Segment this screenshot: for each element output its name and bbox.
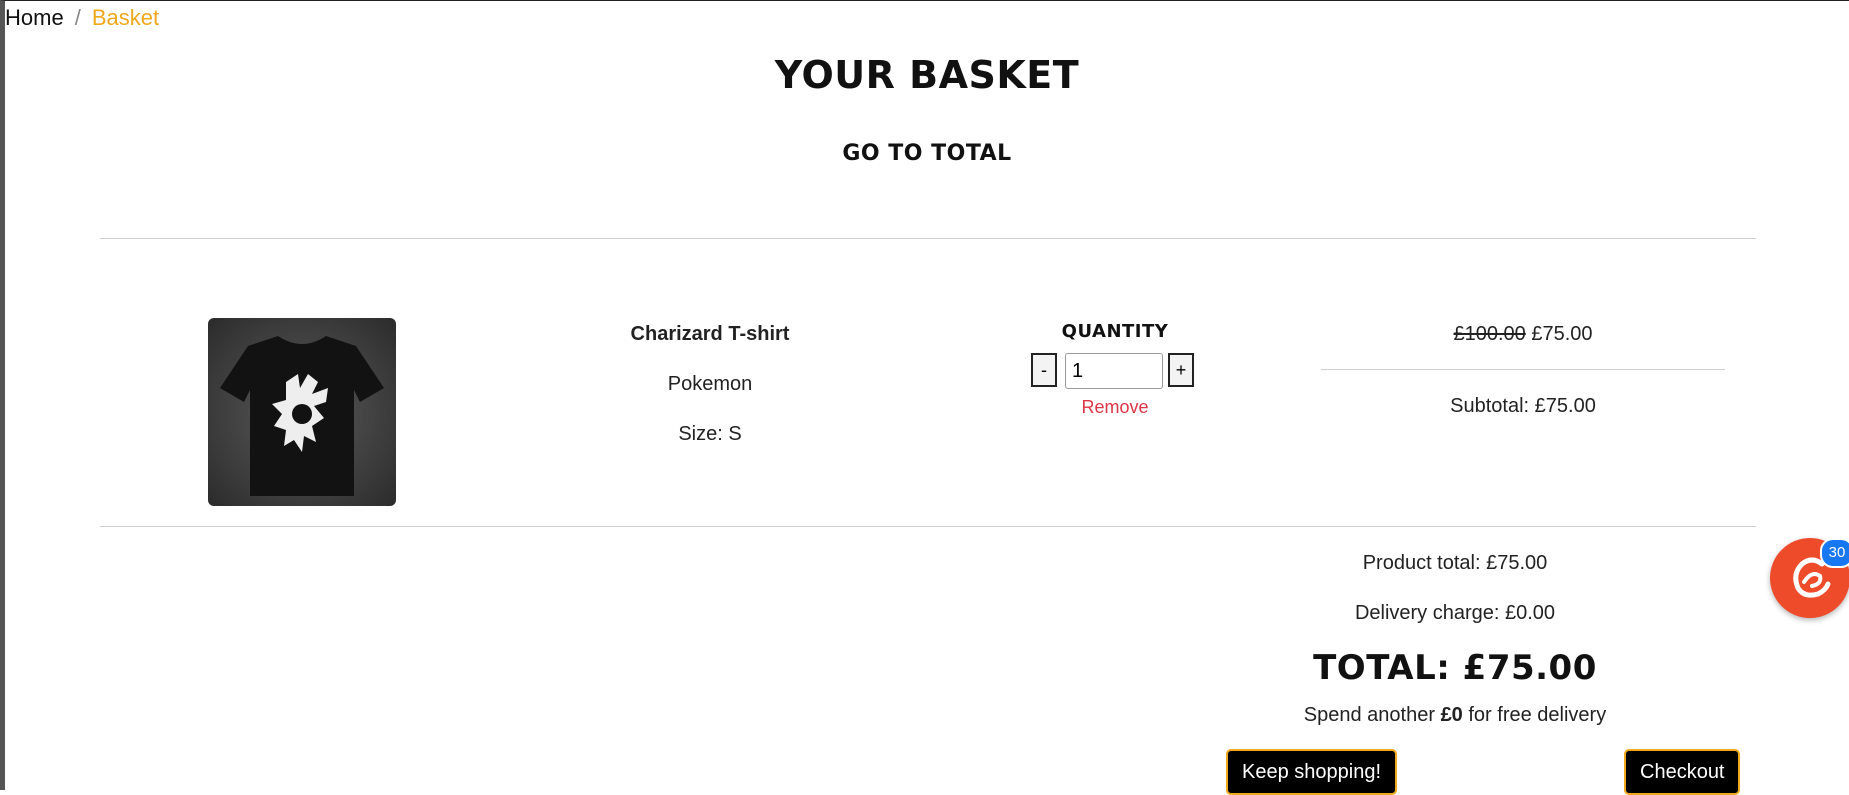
- product-total: Product total: £75.00: [1362, 552, 1548, 574]
- free-delivery-message: Spend another £0 for free delivery: [1217, 704, 1693, 727]
- price-divider: [1321, 369, 1725, 370]
- keep-shopping-button[interactable]: Keep shopping!: [1226, 749, 1397, 795]
- free-delivery-prefix: Spend another: [1303, 704, 1441, 726]
- item-subtotal: Subtotal: £75.00: [1450, 395, 1596, 417]
- page-title: Your Basket: [774, 53, 1080, 97]
- product-name: Charizard T-shirt: [630, 323, 790, 345]
- product-brand: Pokemon: [667, 373, 753, 395]
- sale-price: £75.00: [1531, 323, 1593, 345]
- delivery-charge: Delivery charge: £0.00: [1354, 602, 1556, 624]
- original-price: £100.00: [1453, 323, 1526, 345]
- product-size: Size: S: [678, 423, 742, 445]
- decrement-quantity-button[interactable]: -: [1031, 353, 1057, 387]
- divider-top: [100, 238, 1756, 239]
- breadcrumb-separator: /: [74, 5, 81, 30]
- tshirt-image-icon: [220, 336, 384, 496]
- breadcrumb: Home / Basket: [5, 5, 159, 31]
- free-delivery-amount: £0: [1440, 704, 1463, 726]
- quantity-input[interactable]: [1065, 353, 1163, 389]
- remove-item-link[interactable]: Remove: [1015, 397, 1215, 418]
- grand-total: Total: £75.00: [1313, 648, 1597, 688]
- divider-bottom: [100, 526, 1756, 527]
- item-price: £100.00 £75.00: [1321, 323, 1725, 346]
- breadcrumb-home-link[interactable]: Home: [5, 5, 64, 30]
- checkout-button[interactable]: Checkout: [1624, 749, 1740, 795]
- chat-notification-badge: 30: [1820, 538, 1849, 568]
- quantity-label: Quantity: [1061, 321, 1169, 342]
- breadcrumb-current: Basket: [91, 5, 160, 30]
- increment-quantity-button[interactable]: +: [1168, 353, 1194, 387]
- go-to-total-link[interactable]: Go to total: [5, 141, 1849, 166]
- free-delivery-suffix: for free delivery: [1462, 704, 1607, 726]
- product-image[interactable]: [208, 318, 396, 506]
